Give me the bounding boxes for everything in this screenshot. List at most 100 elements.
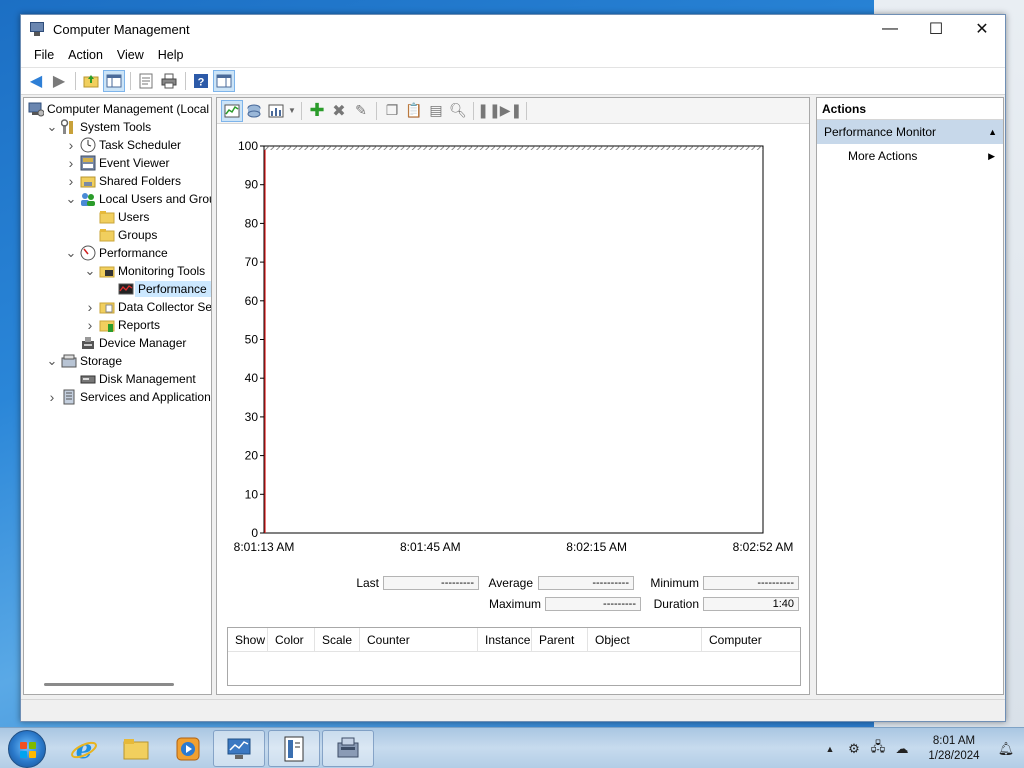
change-graph-type-button[interactable] bbox=[265, 100, 287, 122]
column-show[interactable]: Show bbox=[228, 628, 268, 652]
delete-counter-button[interactable]: ✖ bbox=[328, 100, 350, 122]
graph-type-icon bbox=[268, 104, 284, 117]
taskbar-clock[interactable]: 8:01 AM 1/28/2024 bbox=[914, 734, 994, 764]
tree-item-monitoring-tools[interactable]: ⌄ Monitoring Tools bbox=[83, 262, 206, 280]
maximize-button[interactable]: ☐ bbox=[913, 15, 959, 43]
back-button[interactable]: ◀ bbox=[25, 70, 47, 92]
folder-icon bbox=[99, 209, 115, 225]
forward-button[interactable]: ▶ bbox=[48, 70, 70, 92]
collapsed-chevron-icon[interactable]: › bbox=[83, 299, 97, 315]
menu-help[interactable]: Help bbox=[151, 48, 191, 62]
average-value: ---------- bbox=[538, 576, 634, 590]
tree-item-storage[interactable]: ⌄ Storage bbox=[45, 352, 122, 370]
minimize-button[interactable]: — bbox=[867, 15, 913, 43]
collapse-up-icon: ▲ bbox=[988, 127, 997, 137]
expanded-chevron-icon[interactable]: ⌄ bbox=[83, 264, 97, 277]
column-scale[interactable]: Scale bbox=[315, 628, 360, 652]
collapsed-chevron-icon[interactable]: › bbox=[64, 137, 78, 153]
up-one-level-button[interactable] bbox=[80, 70, 102, 92]
maximum-value: --------- bbox=[545, 597, 641, 611]
taskbar-document-app[interactable] bbox=[268, 730, 320, 767]
horizontal-scrollbar[interactable] bbox=[44, 683, 174, 686]
file-explorer-icon bbox=[123, 738, 149, 759]
actions-section-performance-monitor[interactable]: Performance Monitor ▲ bbox=[817, 120, 1003, 144]
collapsed-chevron-icon[interactable]: › bbox=[64, 173, 78, 189]
tree-item-task-scheduler[interactable]: › Task Scheduler bbox=[64, 136, 181, 154]
tray-settings-icon[interactable]: ⚙ bbox=[842, 741, 866, 757]
copy-properties-button[interactable]: ❐ bbox=[381, 100, 403, 122]
printer-icon bbox=[161, 73, 177, 89]
view-log-data-button[interactable] bbox=[243, 100, 265, 122]
column-object[interactable]: Object bbox=[588, 628, 702, 652]
tree-item-device-manager[interactable]: Device Manager bbox=[64, 334, 186, 352]
y-tick-label: 80 bbox=[245, 216, 259, 230]
show-hide-console-tree-button[interactable] bbox=[103, 70, 125, 92]
menu-view[interactable]: View bbox=[110, 48, 151, 62]
column-color[interactable]: Color bbox=[268, 628, 315, 652]
performance-chart[interactable]: 0 10 20 30 40 50 60 70 80 90 100 8:01:13 AM 8:01:45 … bbox=[217, 124, 811, 594]
freeze-display-button[interactable]: ❚❚ bbox=[477, 100, 500, 122]
expanded-chevron-icon[interactable]: ⌄ bbox=[45, 354, 59, 367]
paste-counter-list-button[interactable]: 📋 bbox=[403, 100, 425, 122]
network-icon[interactable]: 🖧 bbox=[866, 738, 890, 760]
properties-button-perf[interactable]: ▤ bbox=[425, 100, 447, 122]
notification-bell-icon[interactable]: 🔔︎ bbox=[994, 741, 1018, 757]
plus-icon: ✚ bbox=[309, 100, 325, 120]
tree-item-reports[interactable]: › Reports bbox=[83, 316, 160, 334]
chart-svg: 0 10 20 30 40 50 60 70 80 90 100 8:01:13 AM 8:01:45 … bbox=[234, 139, 794, 554]
media-player-icon bbox=[176, 737, 200, 760]
column-counter[interactable]: Counter bbox=[360, 628, 478, 652]
expanded-chevron-icon[interactable]: ⌄ bbox=[64, 192, 78, 205]
tree-item-computer-management-local[interactable]: Computer Management (Local bbox=[26, 100, 209, 118]
help-button[interactable]: ? bbox=[190, 70, 212, 92]
menu-action[interactable]: Action bbox=[61, 48, 110, 62]
column-computer[interactable]: Computer bbox=[702, 628, 800, 652]
tree-item-shared-folders[interactable]: › Shared Folders bbox=[64, 172, 181, 190]
tree-item-event-viewer[interactable]: › Event Viewer bbox=[64, 154, 170, 172]
show-hide-action-pane-button[interactable] bbox=[213, 70, 235, 92]
performance-icon bbox=[80, 245, 96, 261]
taskbar-file-explorer[interactable] bbox=[110, 730, 162, 767]
taskbar-computer-management[interactable] bbox=[213, 730, 265, 767]
taskbar-media-player[interactable] bbox=[162, 730, 214, 767]
graph-type-dropdown-icon[interactable]: ▼ bbox=[287, 100, 297, 122]
view-current-activity-button[interactable] bbox=[221, 99, 243, 122]
show-hidden-icons-button[interactable]: ▲ bbox=[818, 744, 842, 754]
tree-item-disk-management[interactable]: Disk Management bbox=[64, 370, 196, 388]
tree-item-performance[interactable]: ⌄ Performance bbox=[64, 244, 168, 262]
help-icon: ? bbox=[194, 74, 208, 89]
column-parent[interactable]: Parent bbox=[532, 628, 588, 652]
plot-area bbox=[263, 145, 764, 534]
tree-item-local-users-and-groups[interactable]: ⌄ Local Users and Groups bbox=[64, 190, 211, 208]
update-data-button[interactable]: ▶❚ bbox=[500, 100, 523, 122]
zoom-button[interactable]: 🔍︎ bbox=[447, 100, 469, 122]
highlight-button[interactable]: ✎ bbox=[350, 100, 372, 122]
start-button[interactable] bbox=[8, 730, 46, 768]
taskbar-server-app[interactable] bbox=[322, 730, 374, 767]
cloud-offline-icon[interactable]: ☁ bbox=[890, 741, 914, 757]
more-actions-item[interactable]: More Actions ▶ bbox=[817, 144, 1003, 168]
close-button[interactable]: ✕ bbox=[959, 15, 1005, 43]
expanded-chevron-icon[interactable]: ⌄ bbox=[64, 246, 78, 259]
column-instance[interactable]: Instance bbox=[478, 628, 532, 652]
tree-item-system-tools[interactable]: ⌄ System Tools bbox=[45, 118, 151, 136]
tree-item-data-collector-sets[interactable]: › Data Collector Sets bbox=[83, 298, 211, 316]
tree-item-groups[interactable]: Groups bbox=[83, 226, 157, 244]
taskbar-internet-explorer[interactable]: e bbox=[58, 730, 110, 767]
add-counter-button[interactable]: ✚ bbox=[306, 100, 328, 122]
tree-item-performance-mo[interactable]: Performance Mo bbox=[102, 280, 211, 298]
print-button[interactable] bbox=[158, 70, 180, 92]
title-bar[interactable]: Computer Management — ☐ ✕ bbox=[21, 15, 1005, 43]
collapsed-chevron-icon[interactable]: › bbox=[64, 155, 78, 171]
tree-item-services-and-applications[interactable]: › Services and Applications bbox=[45, 388, 211, 406]
actions-section-label: Performance Monitor bbox=[824, 125, 937, 139]
expanded-chevron-icon[interactable]: ⌄ bbox=[45, 120, 59, 133]
collapsed-chevron-icon[interactable]: › bbox=[83, 317, 97, 333]
tree-item-label: Task Scheduler bbox=[99, 138, 182, 152]
collapsed-chevron-icon[interactable]: › bbox=[45, 389, 59, 405]
counter-legend-table[interactable]: Show Color Scale Counter Instance Parent… bbox=[227, 627, 801, 686]
properties-button[interactable] bbox=[135, 70, 157, 92]
tree-item-users[interactable]: Users bbox=[83, 208, 149, 226]
console-tree[interactable]: Computer Management (Local ⌄ System Tools ›… bbox=[23, 97, 212, 695]
menu-file[interactable]: File bbox=[27, 48, 61, 62]
